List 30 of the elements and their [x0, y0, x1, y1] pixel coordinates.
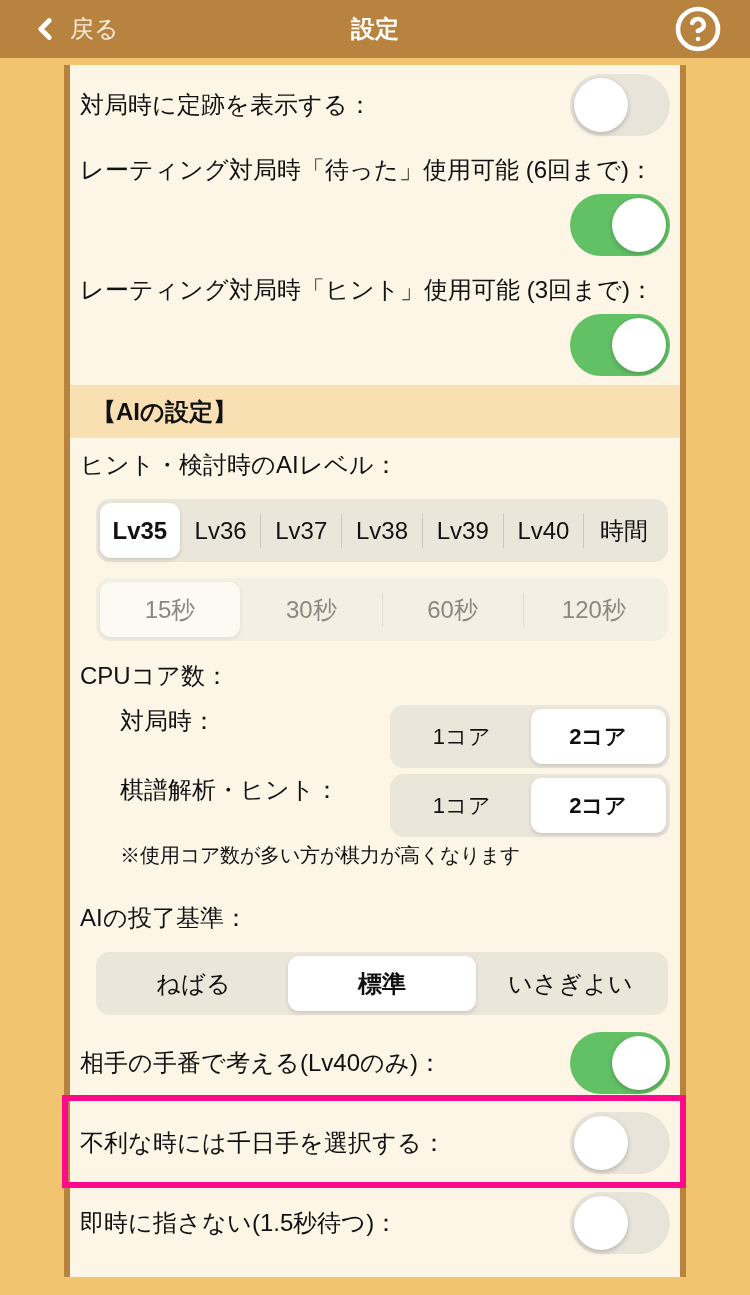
- help-button[interactable]: [674, 5, 722, 53]
- segment-option[interactable]: Lv36: [180, 503, 261, 558]
- segment-option[interactable]: Lv40: [503, 503, 584, 558]
- note-text: ※使用コア数が多い方が棋力が高くなります: [119, 843, 521, 868]
- segment-option[interactable]: 時間: [584, 503, 665, 558]
- segment-option[interactable]: 1コア: [394, 778, 530, 833]
- segment-option[interactable]: 2コア: [530, 709, 666, 764]
- setting-label: AIの投了基準：: [80, 903, 249, 933]
- setting-label: 不利な時には千日手を選択する：: [80, 1128, 446, 1158]
- segment-option[interactable]: Lv35: [100, 503, 180, 558]
- setting-label: 相手の手番で考える(Lv40のみ)：: [80, 1048, 443, 1078]
- setting-label: CPUコア数：: [80, 661, 230, 691]
- page-title: 設定: [351, 14, 399, 44]
- setting-label: ヒント・検討時のAIレベル：: [80, 450, 399, 480]
- segment-option[interactable]: いさぎよい: [476, 956, 664, 1011]
- setting-label: 即時に指さない(1.5秒待つ)：: [80, 1208, 399, 1238]
- segment-option[interactable]: Lv39: [422, 503, 503, 558]
- segment-option[interactable]: Lv37: [261, 503, 342, 558]
- segment-option[interactable]: 標準: [288, 956, 476, 1011]
- segment-option[interactable]: Lv38: [342, 503, 422, 558]
- setting-label: 対局時に定跡を表示する：: [80, 90, 372, 120]
- section-header: 【AIの設定】: [70, 385, 680, 438]
- setting-label: レーティング対局時「ヒント」使用可能 (3回まで)：: [80, 275, 654, 305]
- segment-option[interactable]: ねばる: [100, 956, 288, 1011]
- setting-label: 棋譜解析・ヒント：: [119, 775, 339, 805]
- setting-label: 対局時：: [119, 706, 216, 736]
- help-icon: [674, 5, 722, 53]
- segment-option[interactable]: 1コア: [394, 709, 530, 764]
- segment-option[interactable]: 2コア: [530, 778, 666, 833]
- setting-label: レーティング対局時「待った」使用可能 (6回まで)：: [80, 155, 653, 185]
